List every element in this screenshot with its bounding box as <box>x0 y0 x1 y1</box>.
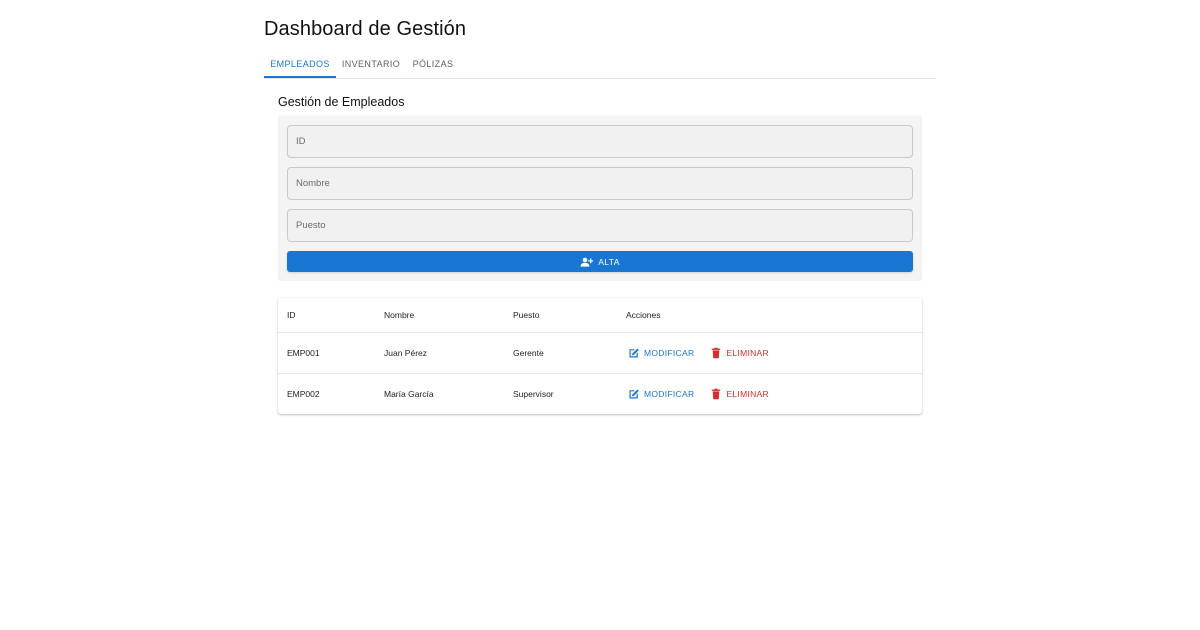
cell-nombre: María García <box>384 389 434 399</box>
delete-button[interactable]: ELIMINAR <box>708 345 771 361</box>
delete-button[interactable]: ELIMINAR <box>708 386 771 402</box>
alta-label: ALTA <box>598 256 620 267</box>
puesto-field <box>287 209 913 242</box>
modify-button[interactable]: MODIFICAR <box>626 386 696 402</box>
page-title: Dashboard de Gestión <box>264 18 467 40</box>
section-title: Gestión de Empleados <box>278 95 405 109</box>
column-header-id: ID <box>287 310 296 320</box>
trash-icon <box>710 388 722 400</box>
cell-puesto: Gerente <box>513 348 544 358</box>
active-tab-indicator <box>264 76 336 78</box>
column-header-acciones: Acciones <box>626 310 661 320</box>
tab-empleados[interactable]: EMPLEADOS <box>264 50 336 78</box>
cell-acciones: MODIFICAR ELIMINAR <box>626 333 783 373</box>
id-input[interactable] <box>288 126 912 157</box>
employee-form: ALTA <box>278 115 922 281</box>
nombre-field <box>287 167 913 200</box>
edit-icon <box>628 388 640 400</box>
alta-button[interactable]: ALTA <box>287 251 913 272</box>
employee-section: Gestión de Empleados ID Nombre Puesto AL… <box>278 95 922 414</box>
cell-nombre: Juan Pérez <box>384 348 427 358</box>
modify-label: MODIFICAR <box>644 389 695 399</box>
modify-button[interactable]: MODIFICAR <box>626 345 696 361</box>
id-field <box>287 125 913 158</box>
table-header-row: ID Nombre Puesto Acciones <box>278 298 922 333</box>
modify-label: MODIFICAR <box>644 348 695 358</box>
table-row: EMP001 Juan Pérez Gerente MODIFICAR ELIM… <box>278 333 922 374</box>
column-header-nombre: Nombre <box>384 310 415 320</box>
edit-icon <box>628 347 640 359</box>
tab-bar: EMPLEADOS INVENTARIO PÓLIZAS <box>264 50 936 79</box>
cell-acciones: MODIFICAR ELIMINAR <box>626 374 783 414</box>
delete-label: ELIMINAR <box>726 348 769 358</box>
table-row: EMP002 María García Supervisor MODIFICAR <box>278 374 922 414</box>
tab-inventario[interactable]: INVENTARIO <box>340 50 402 78</box>
cell-id: EMP002 <box>287 389 320 399</box>
tab-polizas[interactable]: PÓLIZAS <box>408 50 458 78</box>
cell-id: EMP001 <box>287 348 320 358</box>
trash-icon <box>710 347 722 359</box>
cell-puesto: Supervisor <box>513 389 554 399</box>
delete-label: ELIMINAR <box>726 389 769 399</box>
employees-table: ID Nombre Puesto Acciones EMP001 Juan Pé… <box>278 298 922 414</box>
person-add-icon <box>580 257 594 267</box>
column-header-puesto: Puesto <box>513 310 540 320</box>
nombre-input[interactable] <box>288 168 912 199</box>
puesto-input[interactable] <box>288 210 912 241</box>
